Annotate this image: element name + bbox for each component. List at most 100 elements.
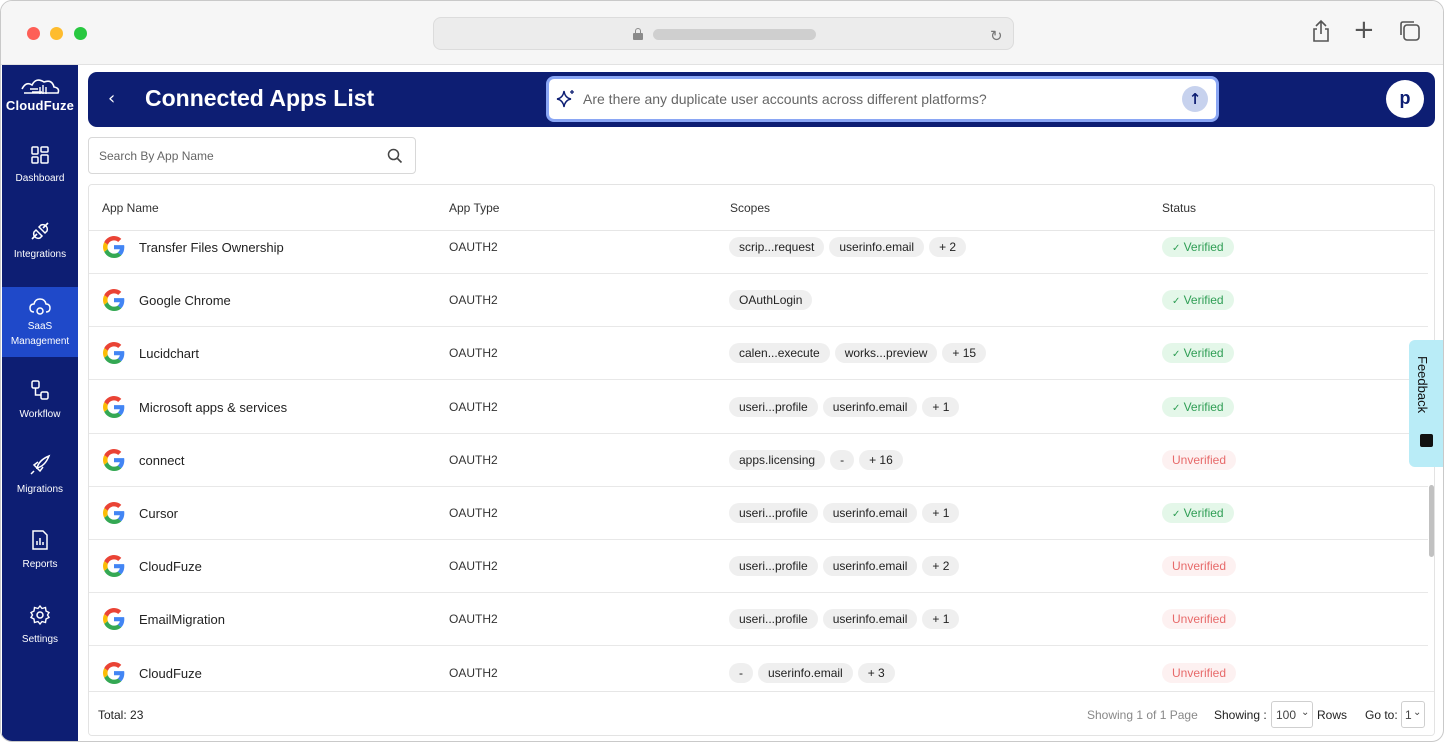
status-badge: ✓ Verified [1162,237,1234,257]
app-type: OAUTH2 [449,346,498,361]
table-body: Transfer Files Ownership OAUTH2 scrip...re… [89,221,1428,690]
app-name[interactable]: Microsoft apps & services [139,400,287,415]
logo-text: CloudFuze [5,98,75,113]
chevron-down-icon: ⌄ [1413,707,1422,718]
column-header-app-name: App Name [102,201,159,215]
google-icon [103,448,125,471]
maximize-window-button[interactable] [74,27,87,40]
scopes-list: useri...profile userinfo.email + 1 [729,609,964,630]
app-name[interactable]: connect [139,453,185,468]
sidebar-item-workflow[interactable]: Workflow [2,379,78,449]
rocket-icon [30,454,51,475]
status-badge: Unverified [1162,662,1237,683]
sidebar-item-migrations[interactable]: Migrations [2,454,78,524]
rows-per-page-value: 100 [1276,708,1297,722]
app-name[interactable]: EmailMigration [139,612,225,627]
search-input[interactable] [99,148,369,164]
table-row[interactable]: CloudFuze OAUTH2 useri...profile userinfo.e… [89,540,1428,594]
app-type: OAUTH2 [449,506,498,520]
minimize-window-button[interactable] [50,27,63,40]
google-icon [103,342,125,365]
ai-query-input[interactable] [583,89,1173,109]
sidebar-item-dashboard[interactable]: Dashboard [2,145,78,215]
feedback-tab[interactable]: Feedback [1409,340,1443,467]
status-text: Verified [1183,506,1224,520]
scope-chip: - [830,449,855,470]
address-bar[interactable]: ↻ [433,17,1014,50]
google-icon [103,289,125,312]
google-icon [103,502,125,524]
table-row[interactable]: CloudFuze OAUTH2 - userinfo.email + 3 Unverif… [89,647,1428,690]
table-row[interactable]: connect OAUTH2 apps.licensing - + 16 Unverifi… [89,434,1428,487]
feedback-icon [1420,434,1433,447]
scope-chip: userinfo.email [822,556,918,577]
cloudfuze-logo[interactable]: CloudFuze [2,77,78,127]
sidebar-item-integrations[interactable]: Integrations [2,221,78,291]
app-name[interactable]: Transfer Files Ownership [139,240,284,255]
more-scopes-chip[interactable]: + 1 [922,609,960,630]
search-icon[interactable] [387,148,403,164]
status-text: Unverified [1172,612,1227,627]
status-badge: ✓ Verified [1162,343,1234,364]
page-info: Showing 1 of 1 Page [1087,708,1198,722]
more-scopes-chip[interactable]: + 16 [859,449,903,470]
avatar[interactable]: p [1386,80,1424,118]
rows-per-page-select[interactable]: 100 ⌄ [1271,701,1313,728]
more-scopes-chip[interactable]: + 1 [922,503,960,523]
ai-query-box[interactable]: ↑ [546,76,1219,122]
app-name[interactable]: Google Chrome [139,293,231,308]
sidebar-item-reports[interactable]: Reports [2,529,78,599]
more-scopes-chip[interactable]: + 2 [922,556,960,577]
more-scopes-chip[interactable]: + 15 [942,343,987,364]
status-text: Verified [1183,293,1224,308]
back-button[interactable]: ‹ [108,88,115,109]
sidebar-item-label: Workflow [19,409,61,420]
status-badge: ✓ Verified [1162,396,1234,417]
table-row[interactable]: Cursor OAUTH2 useri...profile userinfo.emai… [89,487,1428,540]
workflow-icon [31,380,49,400]
sidebar: CloudFuze Dashboard Integrations SaaS Ma… [2,65,78,741]
table-row[interactable]: Lucidchart OAUTH2 calen...execute works...p… [89,327,1428,381]
table-row[interactable]: Microsoft apps & services OAUTH2 useri...p… [89,381,1428,434]
google-icon [103,555,125,578]
sidebar-item-label: Integrations [13,249,67,260]
goto-label: Go to: [1365,708,1398,722]
google-icon [103,608,125,631]
app-search-box [88,137,416,174]
goto-page-value: 1 [1405,708,1412,722]
more-scopes-chip[interactable]: + 1 [922,396,960,417]
scopes-list: useri...profile userinfo.email + 2 [729,556,964,577]
app-type: OAUTH2 [449,293,498,308]
logo-icon [21,79,60,94]
app-type: OAUTH2 [449,665,498,680]
status-text: Verified [1183,346,1224,361]
app-name[interactable]: CloudFuze [139,666,202,681]
share-icon[interactable] [1310,19,1334,45]
reload-icon[interactable]: ↻ [990,27,1003,45]
check-icon: ✓ [1172,349,1184,361]
ai-send-button[interactable]: ↑ [1182,86,1208,112]
scope-chip: apps.licensing [729,449,826,470]
sidebar-item-label: Reports [22,559,58,570]
table-row[interactable]: EmailMigration OAUTH2 useri...profile useri… [89,593,1428,647]
tabs-overview-icon[interactable] [1398,19,1422,45]
app-type: OAUTH2 [449,399,498,414]
app-name[interactable]: CloudFuze [139,559,202,574]
scope-chip: userinfo.email [829,237,925,257]
new-tab-icon[interactable]: + [1353,15,1377,45]
app-name[interactable]: Lucidchart [139,346,199,361]
dashboard-icon [31,146,49,164]
status-text: Unverified [1172,559,1227,574]
close-window-button[interactable] [27,27,40,40]
app-name[interactable]: Cursor [139,506,178,521]
more-scopes-chip[interactable]: + 2 [929,237,967,257]
google-icon [103,236,125,258]
table-row[interactable]: Google Chrome OAUTH2 OAuthLogin ✓ Verified [89,274,1428,328]
sidebar-item-saas-management[interactable]: SaaS Management [2,287,78,357]
check-icon: ✓ [1172,509,1184,520]
more-scopes-chip[interactable]: + 3 [857,662,895,683]
table-scrollbar[interactable] [1429,485,1434,557]
goto-page-select[interactable]: 1 ⌄ [1401,701,1425,728]
status-badge: Unverified [1162,556,1237,577]
sidebar-item-settings[interactable]: Settings [2,604,78,674]
